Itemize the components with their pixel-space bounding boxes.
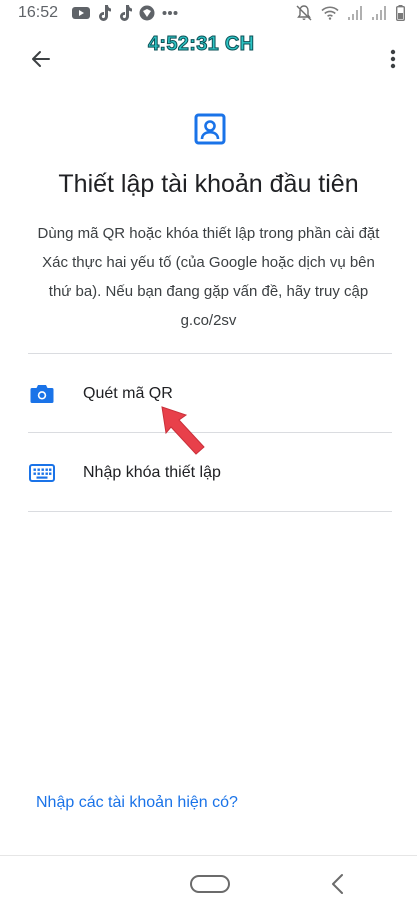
camera-icon xyxy=(29,381,55,407)
status-system-icons xyxy=(296,5,405,21)
divider xyxy=(28,353,392,354)
more-options-button[interactable] xyxy=(383,44,403,74)
system-nav-bar xyxy=(0,855,417,908)
arrow-back-icon xyxy=(32,51,50,67)
keyboard-icon xyxy=(29,460,55,486)
youtube-icon xyxy=(72,7,90,19)
import-accounts-link[interactable]: Nhập các tài khoản hiện có? xyxy=(36,794,238,812)
overlay-clock: 4:52:31 CH xyxy=(147,33,255,56)
tiktok-icon xyxy=(99,5,111,21)
mute-icon xyxy=(296,5,312,21)
home-button[interactable] xyxy=(190,875,230,893)
signal-icon xyxy=(372,6,386,20)
wifi-icon xyxy=(321,6,339,20)
divider xyxy=(28,511,392,512)
status-bar: 16:52 xyxy=(0,0,417,28)
enter-setup-key-label: Nhập khóa thiết lập xyxy=(83,464,221,481)
page-description: Dùng mã QR hoặc khóa thiết lập trong phầ… xyxy=(37,225,380,329)
more-vert-icon xyxy=(390,49,396,69)
nav-back-icon[interactable] xyxy=(328,872,348,896)
status-time: 16:52 xyxy=(18,4,59,21)
annotation-arrow-icon xyxy=(161,406,205,455)
vpn-icon xyxy=(139,5,155,21)
account-box-icon xyxy=(194,113,226,145)
battery-icon xyxy=(396,5,405,21)
more-dots-icon xyxy=(162,11,178,15)
status-notification-icons xyxy=(72,5,178,21)
tiktok-icon xyxy=(120,5,132,21)
page-title: Thiết lập tài khoản đầu tiên xyxy=(58,170,359,198)
scan-qr-label: Quét mã QR xyxy=(83,385,173,402)
signal-icon xyxy=(348,6,362,20)
back-button[interactable] xyxy=(26,44,56,74)
